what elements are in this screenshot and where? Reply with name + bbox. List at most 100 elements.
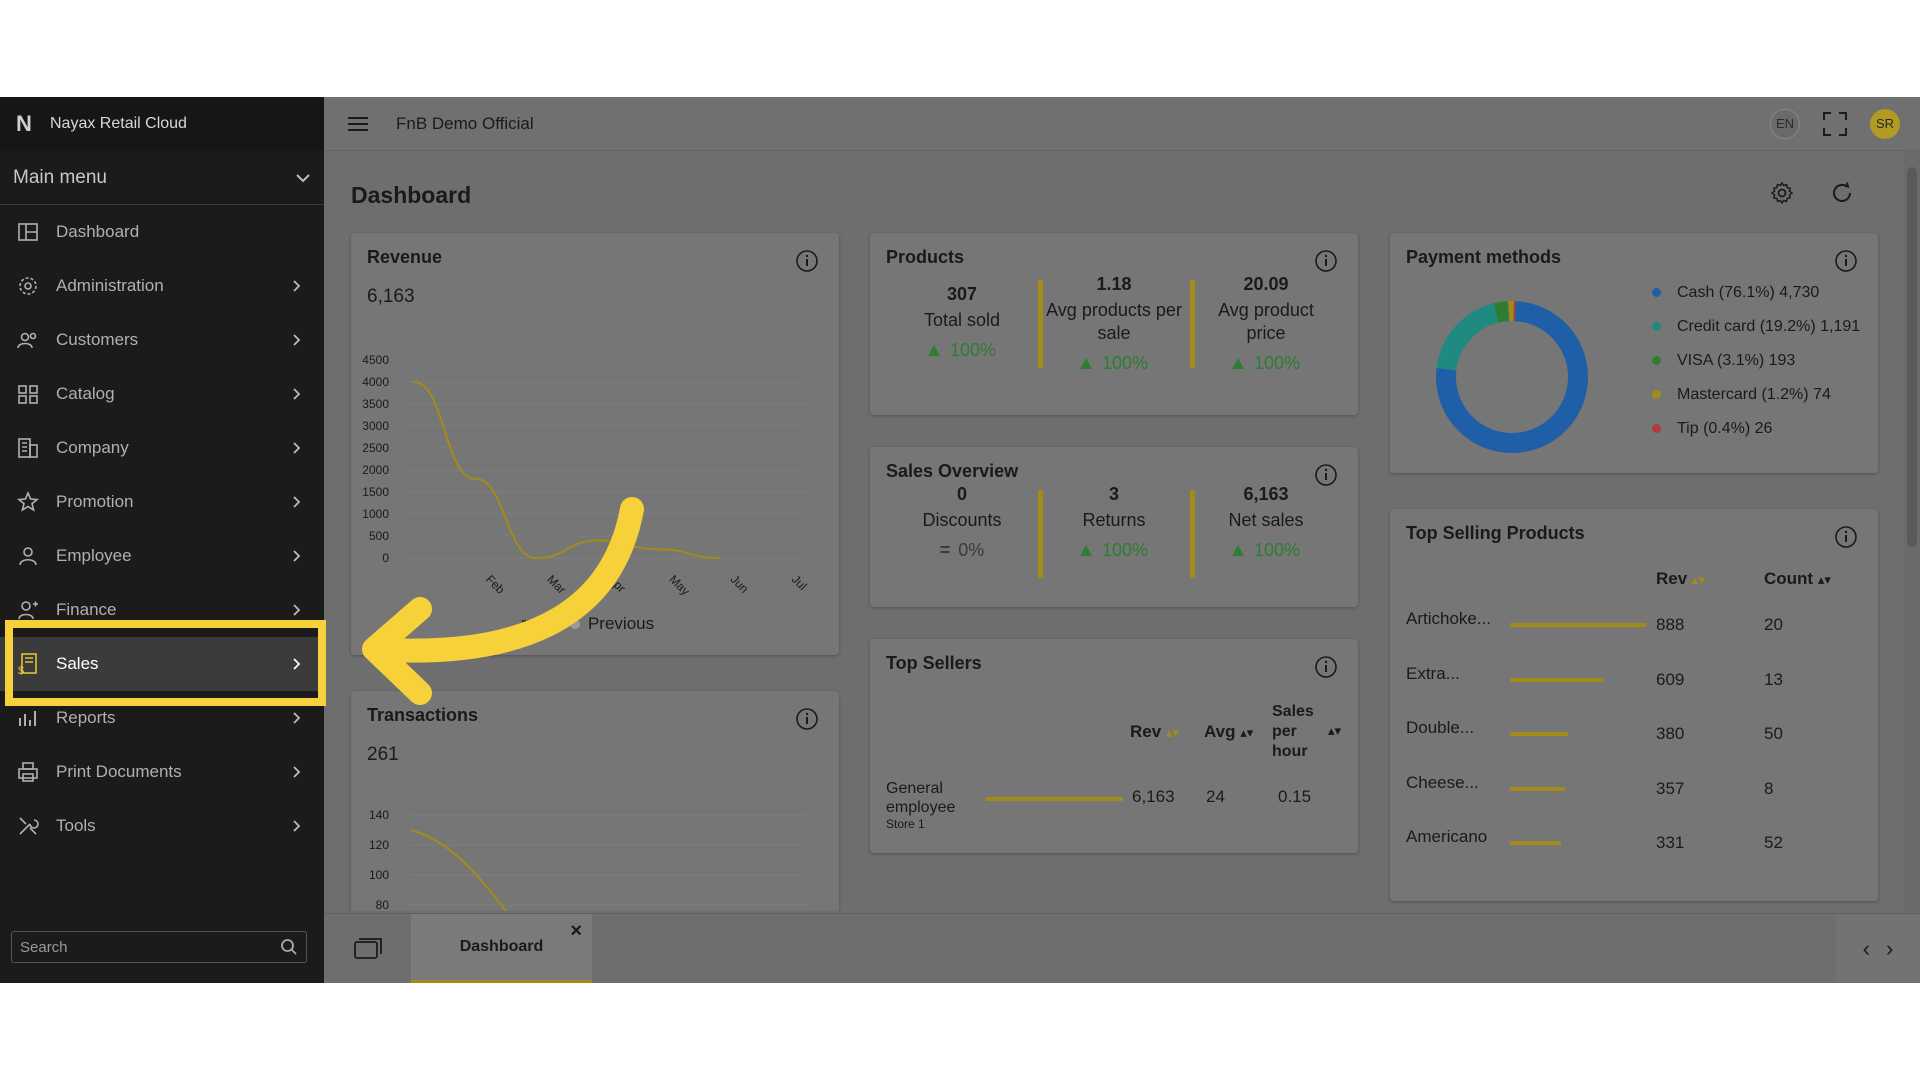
sidebar-item-label: Print Documents [56, 762, 182, 781]
sort-icon: ▴▾ [1691, 572, 1705, 587]
sidebar-item-dashboard[interactable]: Dashboard [0, 205, 324, 259]
legend-label: Cash (76.1%) 4,730 [1677, 284, 1820, 301]
search-icon[interactable] [280, 938, 298, 956]
main-scrollbar[interactable] [1904, 151, 1920, 911]
sort-icon: ▴▾ [1165, 725, 1179, 740]
sidebar-nav: Dashboard Administration Customers Catalog C… [0, 205, 324, 853]
chevron-right-icon[interactable]: › [1886, 936, 1893, 962]
y-tick-label: 500 [369, 529, 389, 543]
user-avatar[interactable]: SR [1870, 108, 1900, 139]
sidebar-item-customers[interactable]: Customers [0, 313, 324, 367]
info-icon[interactable] [1834, 249, 1858, 273]
stat-avg-products-per-sale: 1.18 Avg products per sale 100% [1038, 274, 1190, 374]
info-icon[interactable] [795, 249, 819, 273]
sidebar-item-catalog[interactable]: Catalog [0, 367, 324, 421]
sort-icon[interactable]: ▴▾ [1328, 723, 1341, 739]
close-icon[interactable]: × [570, 920, 582, 943]
table-row[interactable]: Extra... 609 13 [1406, 664, 1866, 704]
chevron-right-icon [293, 766, 301, 778]
x-tick-label: Apr [605, 572, 628, 595]
sidebar-item-label: Finance [56, 600, 117, 619]
col-header-rev[interactable]: Rev ▴▾ [1656, 569, 1705, 589]
product-rev: 380 [1656, 724, 1685, 743]
legend-dot [1652, 390, 1661, 399]
sidebar-item-label: Employee [56, 546, 132, 565]
y-tick-label: 120 [369, 838, 389, 852]
finance-icon [18, 601, 38, 620]
refresh-icon[interactable] [1830, 181, 1854, 205]
hamburger-menu-icon[interactable] [348, 116, 368, 132]
table-row[interactable]: General employee Store 1 6,163 24 0.15 [886, 779, 1346, 839]
app-window: N Nayax Retail Cloud Main menu Dashboard… [0, 97, 1920, 983]
fullscreen-icon[interactable] [1822, 111, 1848, 137]
payment-methods-title: Payment methods [1406, 247, 1562, 267]
chevron-right-icon [293, 496, 301, 508]
info-icon[interactable] [795, 707, 819, 731]
sidebar-item-reports[interactable]: Reports [0, 691, 324, 745]
chevron-right-icon [293, 334, 301, 346]
search-input[interactable] [20, 938, 280, 956]
info-icon[interactable] [1314, 655, 1338, 679]
windows-icon[interactable] [354, 938, 382, 960]
table-row[interactable]: Americano 331 52 [1406, 827, 1866, 867]
y-tick-label: 140 [369, 808, 389, 822]
sidebar-item-label: Company [56, 438, 129, 457]
revenue-line-chart: 0 500 1000 1500 2000 2500 3000 3500 4000 4500 Feb M… [362, 353, 809, 598]
sidebar-item-employee[interactable]: Employee [0, 529, 324, 583]
main-menu-toggle[interactable]: Main menu [0, 151, 324, 205]
tab-dashboard[interactable]: Dashboard × [411, 914, 592, 983]
table-row[interactable]: Double... 380 50 [1406, 718, 1866, 758]
grid-icon [18, 385, 38, 404]
sidebar-item-label: Customers [56, 330, 139, 349]
product-count: 13 [1764, 669, 1783, 689]
settings-gear-icon[interactable] [1770, 181, 1794, 205]
sidebar-item-finance[interactable]: Finance [0, 583, 324, 637]
sidebar-item-sales[interactable]: $ Sales [0, 637, 324, 691]
y-tick-label: 3000 [362, 419, 389, 433]
legend-item[interactable]: Cash (76.1%) 4,730 [1652, 281, 1860, 304]
legend-item[interactable]: Tip (0.4%) 26 [1652, 417, 1860, 440]
y-tick-label: 3500 [362, 397, 389, 411]
nayax-logo-icon: N [16, 111, 32, 136]
trend-up-icon [927, 345, 940, 356]
table-row[interactable]: Artichoke... 888 20 [1406, 609, 1866, 649]
y-tick-label: 2000 [362, 463, 389, 477]
products-card: Products 307 Total sold 100% 1.18 Avg pr… [870, 233, 1358, 415]
transactions-card: Transactions 261 80 100 120 140 [351, 691, 839, 911]
col-header-sales-per-hour[interactable]: Sales per hour [1272, 702, 1322, 762]
bottom-tab-bar: Dashboard × ‹ › [324, 913, 1920, 983]
y-tick-label: 4000 [362, 375, 389, 389]
legend-item[interactable]: Mastercard (1.2%) 74 [1652, 383, 1860, 406]
sidebar-item-company[interactable]: Company [0, 421, 324, 475]
transactions-value: 261 [367, 744, 399, 765]
legend-item[interactable]: VISA (3.1%) 193 [1652, 349, 1860, 372]
sidebar-item-label: Sales [56, 654, 99, 673]
legend-current[interactable]: rrent [521, 614, 556, 634]
sidebar-search [11, 931, 307, 963]
payment-methods-donut-chart [1436, 301, 1588, 453]
col-header-rev[interactable]: Rev ▴▾ [1130, 722, 1179, 742]
payment-methods-card: Payment methods Cash (76.1%) 4,730 Credit… [1390, 233, 1878, 473]
sidebar-item-tools[interactable]: Tools [0, 799, 324, 853]
col-header-avg[interactable]: Avg ▴▾ [1204, 722, 1253, 742]
sidebar-item-print-documents[interactable]: Print Documents [0, 745, 324, 799]
sidebar-item-promotion[interactable]: Promotion [0, 475, 324, 529]
tools-icon [19, 817, 39, 835]
product-rev-bar [1510, 623, 1646, 627]
chevron-left-icon[interactable]: ‹ [1863, 936, 1870, 962]
product-rev: 357 [1656, 778, 1685, 798]
sidebar-item-label: Administration [56, 276, 164, 295]
legend-previous[interactable]: Previous [569, 614, 654, 634]
info-icon[interactable] [1834, 525, 1858, 549]
info-icon[interactable] [1314, 249, 1338, 273]
col-header-count[interactable]: Count ▴▾ [1764, 569, 1831, 589]
language-selector[interactable]: EN [1770, 108, 1800, 139]
product-rev-bar [1510, 841, 1561, 845]
legend-item[interactable]: Credit card (19.2%) 1,191 [1652, 315, 1860, 338]
table-row[interactable]: Cheese... 357 8 [1406, 773, 1866, 813]
scrollbar-thumb[interactable] [1907, 167, 1917, 547]
sidebar-item-administration[interactable]: Administration [0, 259, 324, 313]
seller-avg: 24 [1206, 787, 1225, 806]
seller-rev: 6,163 [1132, 787, 1175, 806]
dashboard-icon [18, 223, 38, 241]
